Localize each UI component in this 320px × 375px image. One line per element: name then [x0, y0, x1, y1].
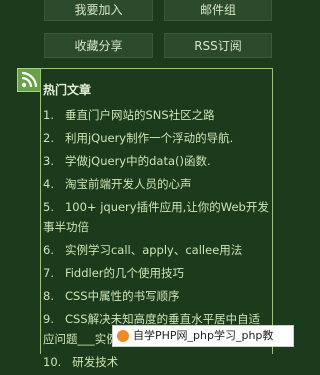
item-number: 4.: [43, 177, 54, 191]
article-link[interactable]: 垂直门户网站的SNS社区之路: [65, 108, 215, 122]
article-link[interactable]: 100+ jquery插件应用,让你的Web开发事半功倍: [43, 200, 269, 234]
list-item[interactable]: 6. 实例学习call、apply、callee用法: [43, 240, 271, 260]
item-number: 2.: [43, 131, 54, 145]
article-link[interactable]: 淘宝前端开发人员的心声: [65, 177, 192, 191]
item-number: 9.: [43, 312, 54, 326]
hot-articles-panel: 热门文章 1. 垂直门户网站的SNS社区之路 2. 利用jQuery制作一个浮动…: [40, 68, 273, 369]
list-item[interactable]: 7. Fiddler的几个使用技巧: [43, 263, 271, 283]
list-item[interactable]: 4. 淘宝前端开发人员的心声: [43, 174, 271, 194]
rss-icon: [17, 68, 41, 92]
article-link[interactable]: 学做jQuery中的data()函数.: [65, 154, 211, 168]
item-number: 3.: [43, 154, 54, 168]
list-item[interactable]: 10. 研发技术: [43, 352, 271, 372]
list-item[interactable]: 1. 垂直门户网站的SNS社区之路: [43, 105, 271, 125]
bookmark-share-button[interactable]: 收藏分享: [44, 33, 153, 58]
item-number: 5.: [43, 200, 54, 214]
site-watermark: 自学PHP网_php学习_php教: [112, 325, 294, 347]
article-link[interactable]: 研发技术: [72, 355, 118, 369]
item-number: 10.: [43, 355, 62, 369]
list-item[interactable]: 3. 学做jQuery中的data()函数.: [43, 151, 271, 171]
list-item[interactable]: 5. 100+ jquery插件应用,让你的Web开发事半功倍: [43, 197, 271, 237]
mail-group-button[interactable]: 邮件组: [164, 0, 272, 21]
watermark-text: 自学PHP网_php学习_php教: [133, 329, 274, 342]
article-link[interactable]: 利用jQuery制作一个浮动的导航.: [65, 131, 233, 145]
item-number: 8.: [43, 289, 54, 303]
article-link[interactable]: 实例学习call、apply、callee用法: [65, 243, 242, 257]
item-number: 1.: [43, 108, 54, 122]
article-link[interactable]: CSS中属性的书写顺序: [65, 289, 180, 303]
item-number: 6.: [43, 243, 54, 257]
item-number: 7.: [43, 266, 54, 280]
rss-subscribe-button[interactable]: RSS订阅: [164, 33, 272, 58]
site-logo-icon: [117, 330, 129, 342]
join-button[interactable]: 我要加入: [44, 0, 153, 21]
list-item[interactable]: 8. CSS中属性的书写顺序: [43, 286, 271, 306]
panel-title: 热门文章: [43, 83, 92, 97]
article-link[interactable]: Fiddler的几个使用技巧: [65, 266, 184, 280]
list-item[interactable]: 2. 利用jQuery制作一个浮动的导航.: [43, 128, 271, 148]
